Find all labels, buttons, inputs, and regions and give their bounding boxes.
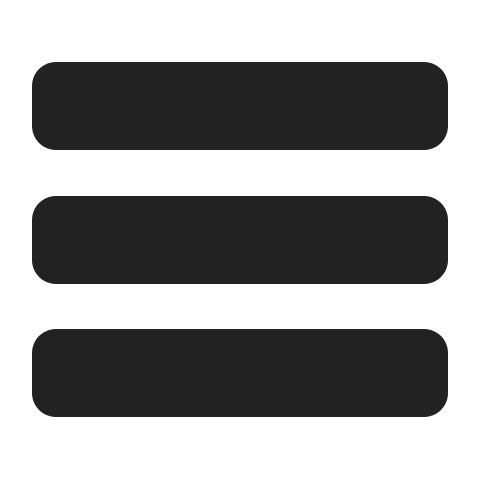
menu-bar-middle	[32, 196, 448, 284]
icon-canvas	[0, 0, 480, 480]
hamburger-menu-icon[interactable]	[0, 0, 480, 480]
menu-bar-bottom	[32, 329, 448, 417]
menu-bar-top	[32, 62, 448, 150]
hamburger-menu-svg	[32, 62, 448, 417]
